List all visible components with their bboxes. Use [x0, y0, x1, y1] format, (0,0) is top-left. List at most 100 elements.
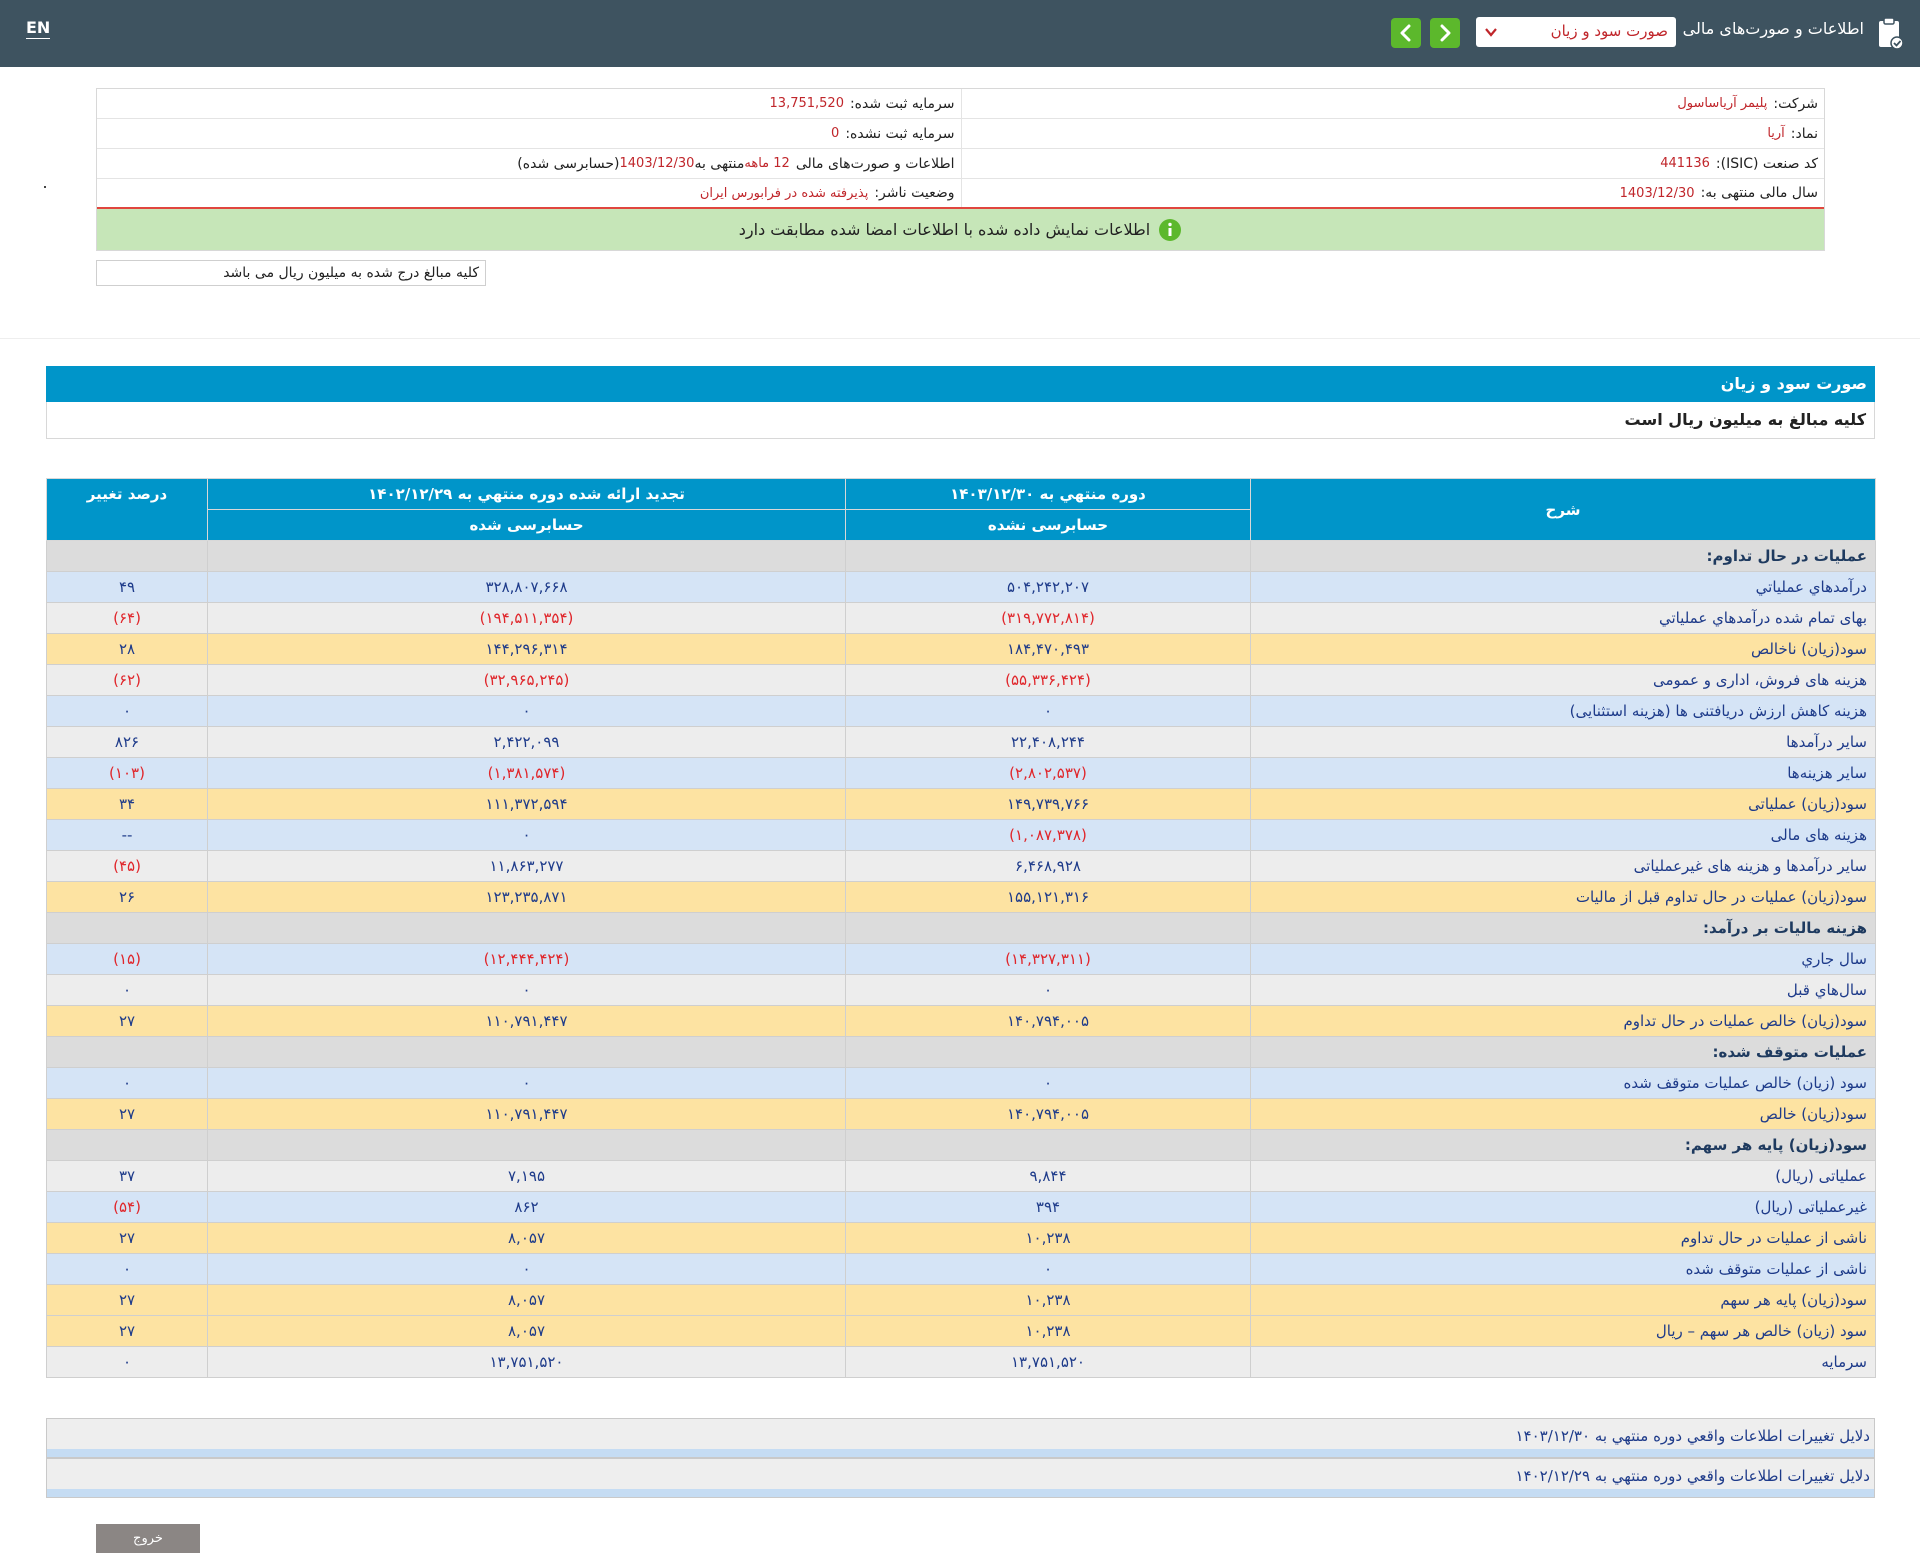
row-value-previous: ۱۱,۸۶۳,۲۷۷ [207, 850, 846, 882]
table-row: ناشی از عملیات متوقف شده ۰ ۰ ۰ [46, 1253, 1876, 1285]
row-change-percent: ۰ [46, 1253, 208, 1285]
row-change-percent: ۲۷ [46, 1315, 208, 1347]
statements-label: اطلاعات و صورت‌های مالی [795, 155, 955, 172]
row-description: عملیاتی (ريال) [1250, 1160, 1876, 1192]
publisher-status-value: پذیرفته شده در فرابورس ایران [699, 185, 869, 201]
row-value-previous [207, 540, 846, 572]
row-change-percent: (۶۴) [46, 602, 208, 634]
info-row: سال مالی منتهی به: 1403/12/30 وضعیت ناشر… [97, 179, 1824, 209]
statements-mid: منتهی به [694, 155, 745, 172]
unregistered-capital-cell: سرمایه ثبت نشده: 0 [97, 119, 961, 148]
statements-date: 1403/12/30 [619, 156, 695, 171]
header-audit-previous: حسابرسی شده [207, 509, 846, 541]
row-value-current: ۱۵۵,۱۲۱,۳۱۶ [845, 881, 1251, 913]
fiscal-year-cell: سال مالی منتهی به: 1403/12/30 [960, 179, 1825, 207]
row-value-current: ۵۰۴,۲۴۲,۲۰۷ [845, 571, 1251, 603]
stray-dot [44, 186, 46, 188]
row-value-previous: ۱۱۰,۷۹۱,۴۴۷ [207, 1098, 846, 1130]
header-audit-current: حسابرسی نشده [845, 509, 1251, 541]
row-value-previous: (۱۹۴,۵۱۱,۳۵۴) [207, 602, 846, 634]
header-change-percent: درصد تغییر [46, 478, 208, 541]
company-label: شرکت: [1773, 95, 1818, 112]
table-row: درآمدهاي عملياتي ۵۰۴,۲۴۲,۲۰۷ ۳۲۸,۸۰۷,۶۶۸ ۴۹ [46, 571, 1876, 603]
unregistered-capital-label: سرمایه ثبت نشده: [845, 125, 955, 142]
change-reasons-current[interactable]: دلایل تغییرات اطلاعات واقعي دوره منتهي ب… [46, 1418, 1875, 1458]
row-value-current: ۱۳,۷۵۱,۵۲۰ [845, 1346, 1251, 1378]
chevron-left-icon [1400, 24, 1411, 42]
change-reasons-current-label: دلایل تغییرات اطلاعات واقعي دوره منتهي ب… [1515, 1427, 1870, 1445]
row-value-previous: ۱۴۴,۲۹۶,۳۱۴ [207, 633, 846, 665]
row-change-percent: ۰ [46, 1346, 208, 1378]
change-reasons-previous-label: دلایل تغییرات اطلاعات واقعي دوره منتهي ب… [1515, 1467, 1870, 1485]
change-reasons-previous[interactable]: دلایل تغییرات اطلاعات واقعي دوره منتهي ب… [46, 1458, 1875, 1498]
row-value-current: ۲۲,۴۰۸,۲۴۴ [845, 726, 1251, 758]
table-row: سایر هزینه‌ها (۲,۸۰۲,۵۳۷) (۱,۳۸۱,۵۷۴) (۱۰۳) [46, 757, 1876, 789]
row-description: هزينه هاى فروش، ادارى و عمومى [1250, 664, 1876, 696]
row-value-current: (۱۴,۳۲۷,۳۱۱) [845, 943, 1251, 975]
row-description: عملیات در حال تداوم: [1250, 540, 1876, 572]
row-description: سود(زيان) خالص عمليات در حال تداوم [1250, 1005, 1876, 1037]
row-change-percent: ۰ [46, 1067, 208, 1099]
exit-button[interactable]: خروج [96, 1524, 200, 1553]
fiscal-year-label: سال مالی منتهی به: [1700, 185, 1818, 201]
unregistered-capital-value: 0 [831, 126, 840, 141]
registered-capital-cell: سرمایه ثبت شده: 13,751,520 [97, 89, 961, 118]
row-value-current [845, 1129, 1251, 1161]
row-value-current: (۲,۸۰۲,۵۳۷) [845, 757, 1251, 789]
publisher-status-label: وضعیت ناشر: [874, 185, 955, 201]
row-value-previous: ۸,۰۵۷ [207, 1315, 846, 1347]
section-row: هزينه ماليات بر درآمد: [46, 912, 1876, 944]
reasons-strip [47, 1489, 1874, 1497]
row-change-percent: ۲۷ [46, 1005, 208, 1037]
prev-report-button[interactable] [1391, 18, 1421, 48]
table-row: هزينه هاى فروش، ادارى و عمومى (۵۵,۳۳۶,۴۲۴… [46, 664, 1876, 696]
isic-value: 441136 [1660, 156, 1710, 171]
row-description: سایر هزینه‌ها [1250, 757, 1876, 789]
row-change-percent: ۰ [46, 695, 208, 727]
table-row: عملیاتی (ريال) ۹,۸۴۴ ۷,۱۹۵ ۳۷ [46, 1160, 1876, 1192]
info-icon [1159, 218, 1182, 241]
row-description: سال‌هاي قبل [1250, 974, 1876, 1006]
clipboard-check-icon [1879, 17, 1903, 50]
row-change-percent: ۰ [46, 974, 208, 1006]
row-change-percent: ۲۷ [46, 1284, 208, 1316]
table-row: سود(زيان) عملياتى ۱۴۹,۷۳۹,۷۶۶ ۱۱۱,۳۷۲,۵۹۴ ۳… [46, 788, 1876, 820]
row-value-previous: (۱,۳۸۱,۵۷۴) [207, 757, 846, 789]
row-value-current: (۱,۰۸۷,۳۷۸) [845, 819, 1251, 851]
table-row: سود (زيان) خالص هر سهم – ريال ۱۰,۲۳۸ ۸,۰۵۷… [46, 1315, 1876, 1347]
chevron-right-icon [1440, 24, 1451, 42]
table-row: ناشی از عملیات در حال تداوم ۱۰,۲۳۸ ۸,۰۵۷ ۲۷ [46, 1222, 1876, 1254]
match-notice: اطلاعات نمایش داده شده با اطلاعات امضا ش… [97, 209, 1824, 250]
row-value-current: ۱۸۴,۴۷۰,۴۹۳ [845, 633, 1251, 665]
row-value-previous [207, 1129, 846, 1161]
chevron-down-icon [1485, 28, 1497, 37]
table-row: سود(زيان) ناخالص ۱۸۴,۴۷۰,۴۹۳ ۱۴۴,۲۹۶,۳۱۴ ۲۸ [46, 633, 1876, 665]
info-row: نماد: آریا سرمایه ثبت نشده: 0 [97, 119, 1824, 149]
symbol-value: آریا [1767, 126, 1785, 141]
row-change-percent: (۵۴) [46, 1191, 208, 1223]
table-row: سود(زيان) خالص عمليات در حال تداوم ۱۴۰,۷۹… [46, 1005, 1876, 1037]
table-row: ساير درآمدها و هزينه هاى غيرعملياتى ۶,۴۶۸… [46, 850, 1876, 882]
row-change-percent [46, 540, 208, 572]
language-toggle[interactable]: EN [26, 18, 51, 39]
row-value-current: ۰ [845, 695, 1251, 727]
row-description: سود(زيان) پايه هر سهم [1250, 1284, 1876, 1316]
row-value-previous: ۳۲۸,۸۰۷,۶۶۸ [207, 571, 846, 603]
table-row: هزينه هاى مالى (۱,۰۸۷,۳۷۸) ۰ -- [46, 819, 1876, 851]
symbol-label: نماد: [1790, 125, 1818, 142]
row-change-percent: ۲۷ [46, 1098, 208, 1130]
row-value-previous: ۸,۰۵۷ [207, 1222, 846, 1254]
table-row: هزینه کاهش ارزش دریافتنی ها (هزینه استثن… [46, 695, 1876, 727]
report-type-select[interactable]: صورت سود و زیان [1476, 17, 1676, 47]
row-value-previous: ۱۱۰,۷۹۱,۴۴۷ [207, 1005, 846, 1037]
divider [0, 338, 1920, 339]
info-row: شرکت: پلیمر آریاساسول سرمایه ثبت شده: 13… [97, 89, 1824, 119]
next-report-button[interactable] [1430, 18, 1460, 48]
row-change-percent [46, 912, 208, 944]
row-description: هزينه هاى مالى [1250, 819, 1876, 851]
row-description: سود(زيان) ناخالص [1250, 633, 1876, 665]
row-value-previous: ۱۲۳,۲۳۵,۸۷۱ [207, 881, 846, 913]
table-header-row: شرح دوره منتهي به ۱۴۰۳/۱۲/۳۰ تجدید ارائه… [46, 478, 1876, 541]
row-value-current: ۰ [845, 1067, 1251, 1099]
row-value-previous: (۱۲,۴۴۴,۴۲۴) [207, 943, 846, 975]
